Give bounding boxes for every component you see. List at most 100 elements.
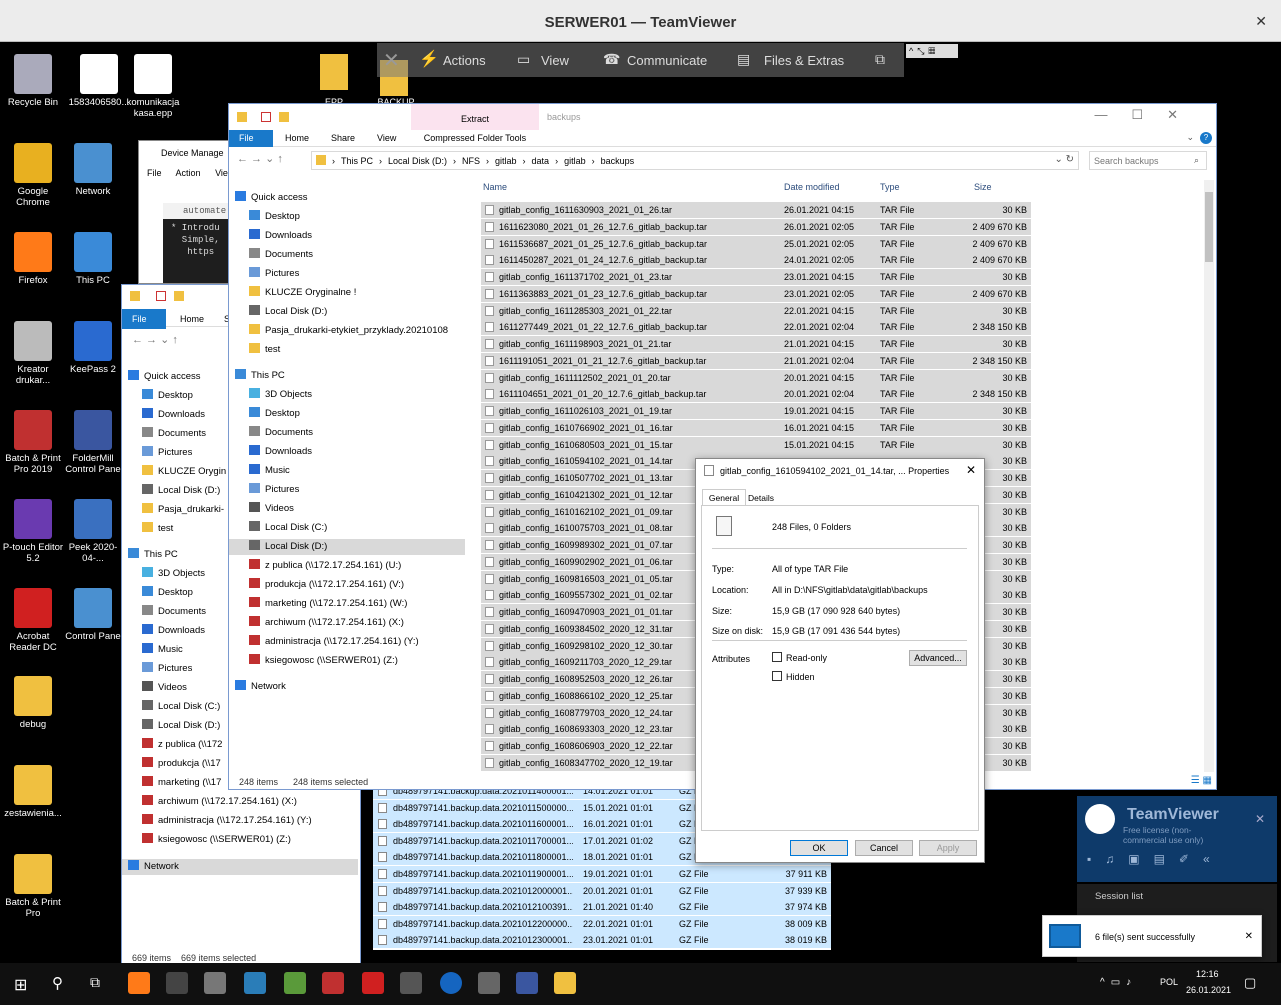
- nav-item[interactable]: Network: [235, 679, 286, 695]
- table-row[interactable]: gitlab_config_1610766902_2021_01_16.tar 1…: [481, 419, 1031, 436]
- nav-item[interactable]: Desktop: [249, 406, 300, 422]
- nav-item[interactable]: produkcja (\\17: [142, 756, 221, 772]
- tab-file[interactable]: File: [122, 309, 166, 329]
- chevron-down-icon[interactable]: ⌄: [1186, 132, 1194, 143]
- apply-button[interactable]: Apply: [919, 840, 977, 856]
- table-row[interactable]: 1611363883_2021_01_23_12.7.6_gitlab_back…: [481, 285, 1031, 302]
- teamviewer-panel[interactable]: TeamViewer Free license (non-commercial …: [1077, 796, 1277, 882]
- nav-item[interactable]: Local Disk (C:): [249, 520, 327, 536]
- nav-item[interactable]: Desktop: [249, 209, 300, 225]
- close-icon[interactable]: ✕: [1245, 931, 1253, 942]
- batch-print-icon[interactable]: [322, 972, 344, 994]
- nav-item[interactable]: Downloads: [142, 623, 205, 639]
- desktop-icon[interactable]: Batch & Print Pro: [0, 854, 66, 919]
- address-bar[interactable]: › This PC › Local Disk (D:) › NFS › gitlab › data…: [311, 151, 1079, 170]
- table-row[interactable]: 1611623080_2021_01_26_12.7.6_gitlab_back…: [481, 218, 1031, 235]
- help-icon[interactable]: ?: [1200, 132, 1212, 144]
- file-explorer-icon[interactable]: [554, 972, 576, 994]
- nav-item[interactable]: KLUCZE Oryginalne !: [249, 285, 356, 301]
- device-manager-window[interactable]: Device Manage File Action Vie automate *…: [138, 140, 233, 284]
- table-row[interactable]: 1611104651_2021_01_20_12.7.6_gitlab_back…: [481, 386, 1031, 403]
- app-icon[interactable]: [478, 972, 500, 994]
- table-row[interactable]: db489797141.backup.data.2021012100391...…: [373, 899, 831, 916]
- col-size[interactable]: Size: [974, 182, 992, 192]
- desktop-icon[interactable]: This PC: [60, 232, 126, 286]
- tab-compressed-folder-tools[interactable]: Compressed Folder Tools: [411, 130, 539, 150]
- desktop-icon[interactable]: Acrobat Reader DC: [0, 588, 66, 653]
- firefox-icon[interactable]: [128, 972, 150, 994]
- code-editor[interactable]: automate * Introdu Simple, https: [163, 203, 232, 283]
- nav-item[interactable]: Videos: [249, 501, 294, 517]
- desktop-icon[interactable]: Google Chrome: [0, 143, 66, 208]
- breadcrumb-item[interactable]: gitlab: [495, 156, 517, 166]
- desktop-icon[interactable]: komunikacja kasa.epp: [120, 54, 186, 119]
- table-row[interactable]: 1611277449_2021_01_22_12.7.6_gitlab_back…: [481, 319, 1031, 336]
- toolbar-files-extras[interactable]: Files & Extras: [764, 53, 844, 68]
- nav-item[interactable]: archiwum (\\172.17.254.161) (X:): [142, 794, 297, 810]
- close-icon[interactable]: ✕: [1255, 812, 1265, 826]
- table-row[interactable]: gitlab_config_1611285303_2021_01_22.tar 2…: [481, 302, 1031, 319]
- tab-general[interactable]: General: [702, 489, 746, 505]
- table-row[interactable]: db489797141.backup.data.2021011900001...…: [373, 866, 831, 882]
- nav-item[interactable]: Pictures: [142, 445, 192, 461]
- nav-item[interactable]: Pictures: [249, 482, 299, 498]
- nav-item[interactable]: administracja (\\172.17.254.161) (Y:): [249, 634, 419, 650]
- breadcrumb-item[interactable]: backups: [601, 156, 635, 166]
- desktop-icon[interactable]: FolderMill Control Pane: [60, 410, 126, 475]
- clock-time[interactable]: 12:16: [1196, 969, 1219, 979]
- nav-item[interactable]: Network: [122, 859, 358, 875]
- navigation-pane[interactable]: Quick access Desktop Downloads Documents Pic…: [229, 190, 467, 780]
- panel-actions[interactable]: ▪♫▣▤✐«: [1087, 852, 1224, 866]
- nav-item[interactable]: Videos: [142, 680, 187, 696]
- nav-item[interactable]: Quick access: [235, 190, 308, 206]
- nav-item[interactable]: Downloads: [249, 228, 312, 244]
- nav-item[interactable]: Local Disk (D:): [142, 483, 220, 499]
- nav-item[interactable]: 3D Objects: [142, 566, 205, 582]
- breadcrumb-item[interactable]: This PC: [341, 156, 373, 166]
- desktop-icon[interactable]: Peek 2020-04-...: [60, 499, 126, 564]
- desktop-icon[interactable]: Kreator drukar...: [0, 321, 66, 386]
- nav-item[interactable]: Documents: [249, 247, 313, 263]
- screens-icon[interactable]: ⧉: [875, 51, 885, 68]
- nav-item[interactable]: Downloads: [142, 407, 205, 423]
- search-icon[interactable]: ⚲: [52, 974, 63, 992]
- desktop-icon[interactable]: P-touch Editor 5.2: [0, 499, 66, 564]
- readonly-checkbox[interactable]: [772, 652, 782, 662]
- task-view-icon[interactable]: ⧉: [90, 974, 100, 991]
- nav-item[interactable]: administracja (\\172.17.254.161) (Y:): [142, 813, 312, 829]
- refresh-icon[interactable]: ⌄ ↻: [1054, 154, 1074, 165]
- acrobat-icon[interactable]: [362, 972, 384, 994]
- ok-button[interactable]: OK: [790, 840, 848, 856]
- nav-item[interactable]: ksiegowosc (\\SERWER01) (Z:): [142, 832, 291, 848]
- desktop-icon[interactable]: KeePass 2: [60, 321, 126, 375]
- tab-home[interactable]: Home: [275, 130, 319, 150]
- tab-home[interactable]: Home: [170, 309, 214, 329]
- nav-item[interactable]: Pictures: [142, 661, 192, 677]
- nav-item[interactable]: Music: [142, 642, 183, 658]
- nav-item[interactable]: Desktop: [142, 388, 193, 404]
- col-type[interactable]: Type: [880, 182, 900, 192]
- breadcrumb-item[interactable]: NFS: [462, 156, 480, 166]
- console-icon[interactable]: [166, 972, 188, 994]
- table-row[interactable]: 1611191051_2021_01_21_12.7.6_gitlab_back…: [481, 352, 1031, 369]
- folder-icon[interactable]: [320, 54, 348, 90]
- nav-item[interactable]: z publica (\\172: [142, 737, 222, 753]
- breadcrumb-item[interactable]: data: [532, 156, 550, 166]
- desktop-icon[interactable]: Batch & Print Pro 2019: [0, 410, 66, 475]
- nav-item[interactable]: Documents: [142, 604, 206, 620]
- table-row[interactable]: db489797141.backup.data.2021012000001...…: [373, 882, 831, 899]
- desktop-icon[interactable]: Control Pane: [60, 588, 126, 642]
- col-date[interactable]: Date modified: [784, 182, 840, 192]
- nav-item[interactable]: Desktop: [142, 585, 193, 601]
- tab-file[interactable]: File: [229, 130, 273, 147]
- foldermill-icon[interactable]: [516, 972, 538, 994]
- nav-item[interactable]: test: [142, 521, 173, 537]
- toolbar-view[interactable]: View: [541, 53, 569, 68]
- nav-arrows[interactable]: ← → ⌄ ↑: [132, 333, 178, 346]
- desktop-icon[interactable]: Firefox: [0, 232, 66, 286]
- nav-item[interactable]: produkcja (\\172.17.254.161) (V:): [249, 577, 404, 593]
- nav-item[interactable]: KLUCZE Orygin: [142, 464, 226, 480]
- scrollbar[interactable]: [1204, 180, 1214, 772]
- tab-extract[interactable]: Extract: [411, 104, 539, 130]
- nav-item[interactable]: Local Disk (D:): [249, 304, 327, 320]
